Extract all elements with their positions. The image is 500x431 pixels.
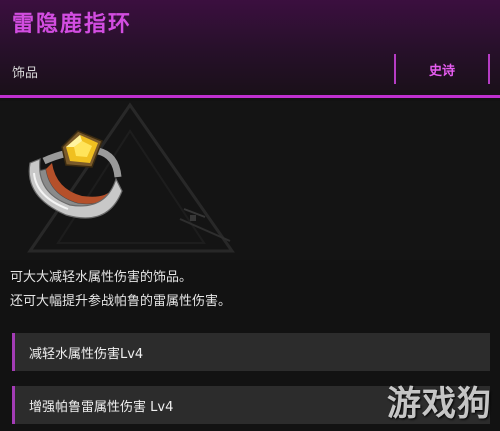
- item-category: 饰品: [12, 66, 39, 81]
- rarity-label: 史诗: [428, 63, 455, 79]
- item-header: 雷隐鹿指环 饰品 史诗: [0, 0, 500, 98]
- description-line-1: 可大大减轻水属性伤害的饰品。: [10, 270, 193, 285]
- triangle-emblem-icon: [27, 102, 235, 253]
- item-art-area: [0, 101, 500, 260]
- description-line-2: 还可大幅提升参战帕鲁的雷属性伤害。: [10, 294, 232, 309]
- stat-label: 减轻水属性伤害Lv4: [29, 346, 144, 362]
- item-description: 可大大减轻水属性伤害的饰品。 还可大幅提升参战帕鲁的雷属性伤害。: [10, 266, 231, 314]
- item-art: [27, 102, 235, 253]
- stat-label: 增强帕鲁雷属性伤害 Lv4: [29, 399, 174, 415]
- item-title: 雷隐鹿指环: [12, 12, 133, 37]
- stat-row: 减轻水属性伤害Lv4: [12, 333, 490, 371]
- watermark-logo: 游戏狗: [387, 384, 492, 424]
- ring-icon: [28, 130, 123, 219]
- rarity-badge: 史诗: [394, 54, 490, 84]
